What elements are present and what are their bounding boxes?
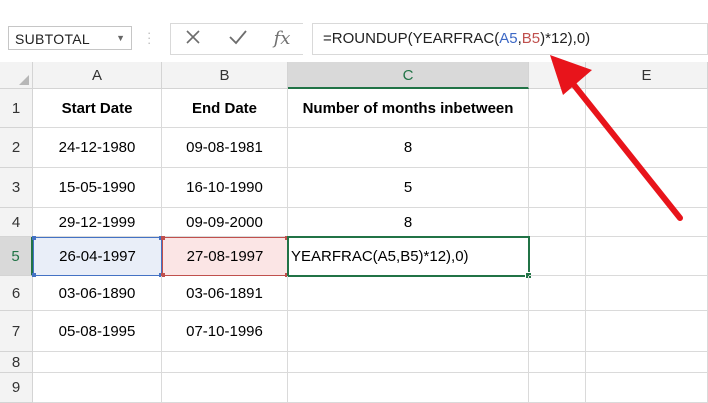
- row-header-6[interactable]: 6: [0, 276, 33, 311]
- active-cell-border: [287, 236, 532, 279]
- cell-b5[interactable]: 27-08-1997: [162, 237, 288, 276]
- cell-b6[interactable]: 03-06-1891: [162, 276, 288, 311]
- formula-suffix: )*12),0): [540, 30, 591, 47]
- cell-b1[interactable]: End Date: [162, 89, 288, 128]
- select-all-corner[interactable]: [0, 62, 33, 89]
- row-header-1[interactable]: 1: [0, 89, 33, 128]
- cell-c6[interactable]: [288, 276, 529, 311]
- cell-d7[interactable]: [529, 311, 586, 352]
- spreadsheet-grid[interactable]: A B C E 1 2 3 4 5 6 7 8 9 Start Date End…: [0, 62, 708, 403]
- cell-a6[interactable]: 03-06-1890: [33, 276, 162, 311]
- cell-d1[interactable]: [529, 89, 586, 128]
- name-box-value: SUBTOTAL: [15, 31, 91, 47]
- check-icon[interactable]: [224, 27, 252, 51]
- cell-a8[interactable]: [33, 352, 162, 373]
- cell-a2[interactable]: 24-12-1980: [33, 128, 162, 168]
- cell-a7[interactable]: 05-08-1995: [33, 311, 162, 352]
- column-header-e[interactable]: E: [586, 62, 708, 89]
- cell-d8[interactable]: [529, 352, 586, 373]
- cell-e7[interactable]: [586, 311, 708, 352]
- cell-d3[interactable]: [529, 168, 586, 208]
- drag-handle-icon[interactable]: · · ·: [147, 26, 151, 49]
- chevron-down-icon[interactable]: ▼: [116, 33, 125, 43]
- cell-a1[interactable]: Start Date: [33, 89, 162, 128]
- insert-function-icon[interactable]: fx: [268, 27, 296, 51]
- cell-a4[interactable]: 29-12-1999: [33, 208, 162, 237]
- cell-c2[interactable]: 8: [288, 128, 529, 168]
- cell-e1[interactable]: [586, 89, 708, 128]
- row-header-4[interactable]: 4: [0, 208, 33, 237]
- cell-b9[interactable]: [162, 373, 288, 403]
- column-header-b[interactable]: B: [162, 62, 288, 89]
- cell-e9[interactable]: [586, 373, 708, 403]
- cell-c1[interactable]: Number of months inbetween: [288, 89, 529, 128]
- cell-b8[interactable]: [162, 352, 288, 373]
- row-header-2[interactable]: 2: [0, 128, 33, 168]
- formula-input[interactable]: =ROUNDUP(YEARFRAC(A5,B5)*12),0): [312, 23, 708, 55]
- cell-d4[interactable]: [529, 208, 586, 237]
- cell-d5[interactable]: [529, 237, 586, 276]
- formula-ref-b: B5: [521, 30, 541, 47]
- cell-a5[interactable]: 26-04-1997: [33, 237, 162, 276]
- row-header-8[interactable]: 8: [0, 352, 33, 373]
- cell-e3[interactable]: [586, 168, 708, 208]
- cell-c3[interactable]: 5: [288, 168, 529, 208]
- row-header-5[interactable]: 5: [0, 237, 33, 276]
- cell-d2[interactable]: [529, 128, 586, 168]
- cell-b7[interactable]: 07-10-1996: [162, 311, 288, 352]
- row-header-9[interactable]: 9: [0, 373, 33, 403]
- cell-e2[interactable]: [586, 128, 708, 168]
- cell-d9[interactable]: [529, 373, 586, 403]
- cell-c9[interactable]: [288, 373, 529, 403]
- column-header-a[interactable]: A: [33, 62, 162, 89]
- formula-prefix: =ROUNDUP(YEARFRAC(: [323, 30, 500, 47]
- cell-b2[interactable]: 09-08-1981: [162, 128, 288, 168]
- cell-a3[interactable]: 15-05-1990: [33, 168, 162, 208]
- cell-c7[interactable]: [288, 311, 529, 352]
- cell-e6[interactable]: [586, 276, 708, 311]
- cell-c4[interactable]: 8: [288, 208, 529, 237]
- cell-c8[interactable]: [288, 352, 529, 373]
- row-header-3[interactable]: 3: [0, 168, 33, 208]
- cell-e4[interactable]: [586, 208, 708, 237]
- cell-e5[interactable]: [586, 237, 708, 276]
- formula-ref-a: A5: [499, 30, 518, 47]
- column-header-d[interactable]: [529, 62, 586, 89]
- row-header-7[interactable]: 7: [0, 311, 33, 352]
- cell-b4[interactable]: 09-09-2000: [162, 208, 288, 237]
- formula-bar-area: SUBTOTAL ▼ · · · fx =ROUNDUP(YEARFRAC(A5,B…: [0, 0, 708, 62]
- cell-a9[interactable]: [33, 373, 162, 403]
- cell-d6[interactable]: [529, 276, 586, 311]
- close-icon[interactable]: [179, 27, 207, 51]
- cell-e8[interactable]: [586, 352, 708, 373]
- column-header-c[interactable]: C: [288, 62, 529, 89]
- cell-b3[interactable]: 16-10-1990: [162, 168, 288, 208]
- name-box[interactable]: SUBTOTAL ▼: [8, 26, 132, 50]
